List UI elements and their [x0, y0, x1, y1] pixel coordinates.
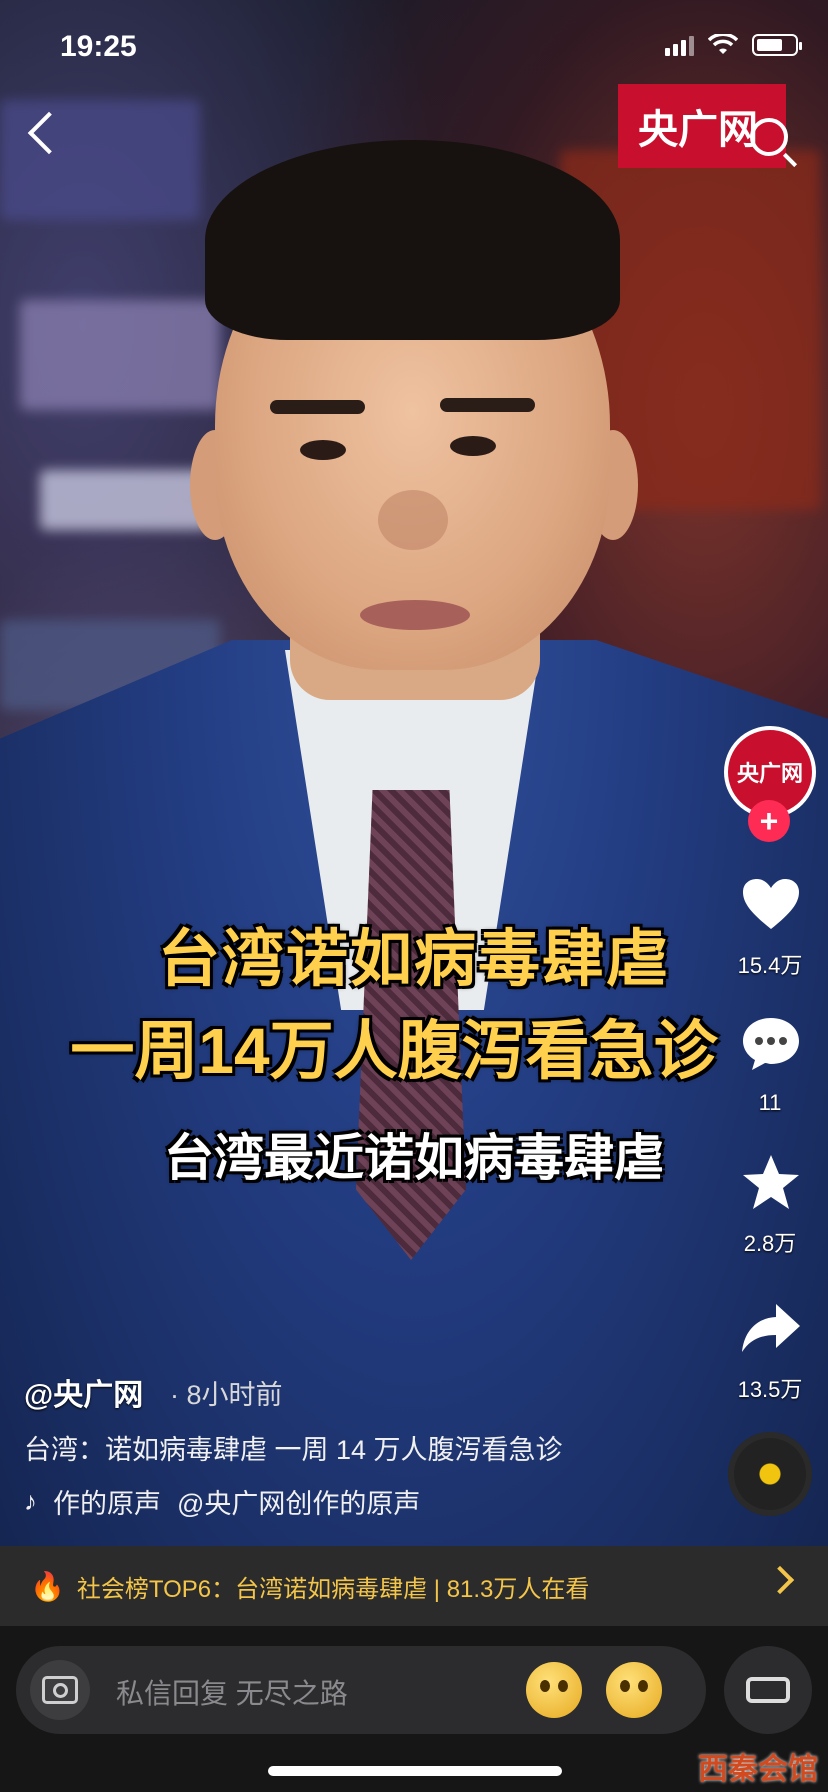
- chevron-right-icon: [765, 1565, 795, 1595]
- comment-icon: [743, 1018, 799, 1070]
- heart-icon: [743, 879, 799, 929]
- like-button[interactable]: [736, 872, 806, 936]
- author-name[interactable]: @央广网: [24, 1370, 143, 1414]
- emoji-smile-icon[interactable]: [526, 1662, 582, 1718]
- camera-button[interactable]: [30, 1660, 90, 1720]
- background-light: [20, 300, 220, 410]
- cellular-signal-icon: [665, 34, 694, 56]
- sofa-button[interactable]: [724, 1646, 812, 1734]
- like-count: 15.4万: [737, 953, 803, 978]
- music-title-left: 作的原声: [53, 1489, 161, 1519]
- music-note-icon: ♪: [24, 1486, 37, 1516]
- status-icons: [665, 34, 802, 56]
- post-time: · 8小时前: [170, 1380, 283, 1410]
- home-indicator[interactable]: [268, 1766, 562, 1776]
- wifi-icon: [708, 34, 738, 54]
- battery-icon: [752, 34, 802, 56]
- video-caption-line2: 一周14万人腹泻看急诊: [70, 1015, 718, 1087]
- anchor-brow: [440, 398, 535, 412]
- favorite-count: 2.8万: [743, 1231, 797, 1256]
- share-count: 13.5万: [737, 1377, 803, 1402]
- emoji-grin-icon[interactable]: [606, 1662, 662, 1718]
- share-arrow-icon: [742, 1304, 800, 1352]
- anchor-hair: [205, 140, 620, 340]
- comment-count: 11: [758, 1090, 782, 1115]
- message-input-placeholder[interactable]: 私信回复 无尽之路: [116, 1672, 348, 1712]
- comment-button[interactable]: [736, 1012, 806, 1076]
- follow-button[interactable]: +: [748, 800, 790, 842]
- background-light: [40, 470, 210, 530]
- star-icon: [743, 1155, 799, 1209]
- video-caption-line1: 台湾诺如病毒肆虐: [157, 925, 670, 994]
- status-time: 19:25: [60, 30, 137, 63]
- music-disc-icon[interactable]: [728, 1432, 812, 1516]
- anchor-eye: [300, 440, 346, 460]
- hot-list-text: 社会榜TOP6：台湾诺如病毒肆虐 | 81.3万人在看: [76, 1575, 590, 1603]
- anchor-eye: [450, 436, 496, 456]
- background-light: [0, 100, 200, 220]
- music-title-right: @央广网创作的原声: [177, 1489, 421, 1519]
- sofa-icon: [746, 1677, 790, 1703]
- post-description[interactable]: 台湾：诺如病毒肆虐 一周 14 万人腹泻看急诊: [24, 1428, 563, 1467]
- fire-icon: 🔥: [30, 1570, 65, 1602]
- hot-list-banner[interactable]: 🔥 社会榜TOP6：台湾诺如病毒肆虐 | 81.3万人在看: [0, 1546, 828, 1626]
- anchor-nose: [378, 490, 448, 550]
- watermark: 西秦会馆: [698, 1753, 818, 1786]
- search-icon[interactable]: [750, 118, 788, 156]
- camera-icon: [42, 1676, 78, 1704]
- favorite-button[interactable]: [736, 1150, 806, 1214]
- anchor-brow: [270, 400, 365, 414]
- message-input-bar[interactable]: 私信回复 无尽之路: [16, 1646, 706, 1734]
- video-subtitle: 台湾最近诺如病毒肆虐: [164, 1130, 664, 1186]
- music-info[interactable]: ♪ 作的原声 @央广网创作的原声: [24, 1482, 420, 1521]
- anchor-mouth: [360, 600, 470, 630]
- share-button[interactable]: [736, 1296, 806, 1360]
